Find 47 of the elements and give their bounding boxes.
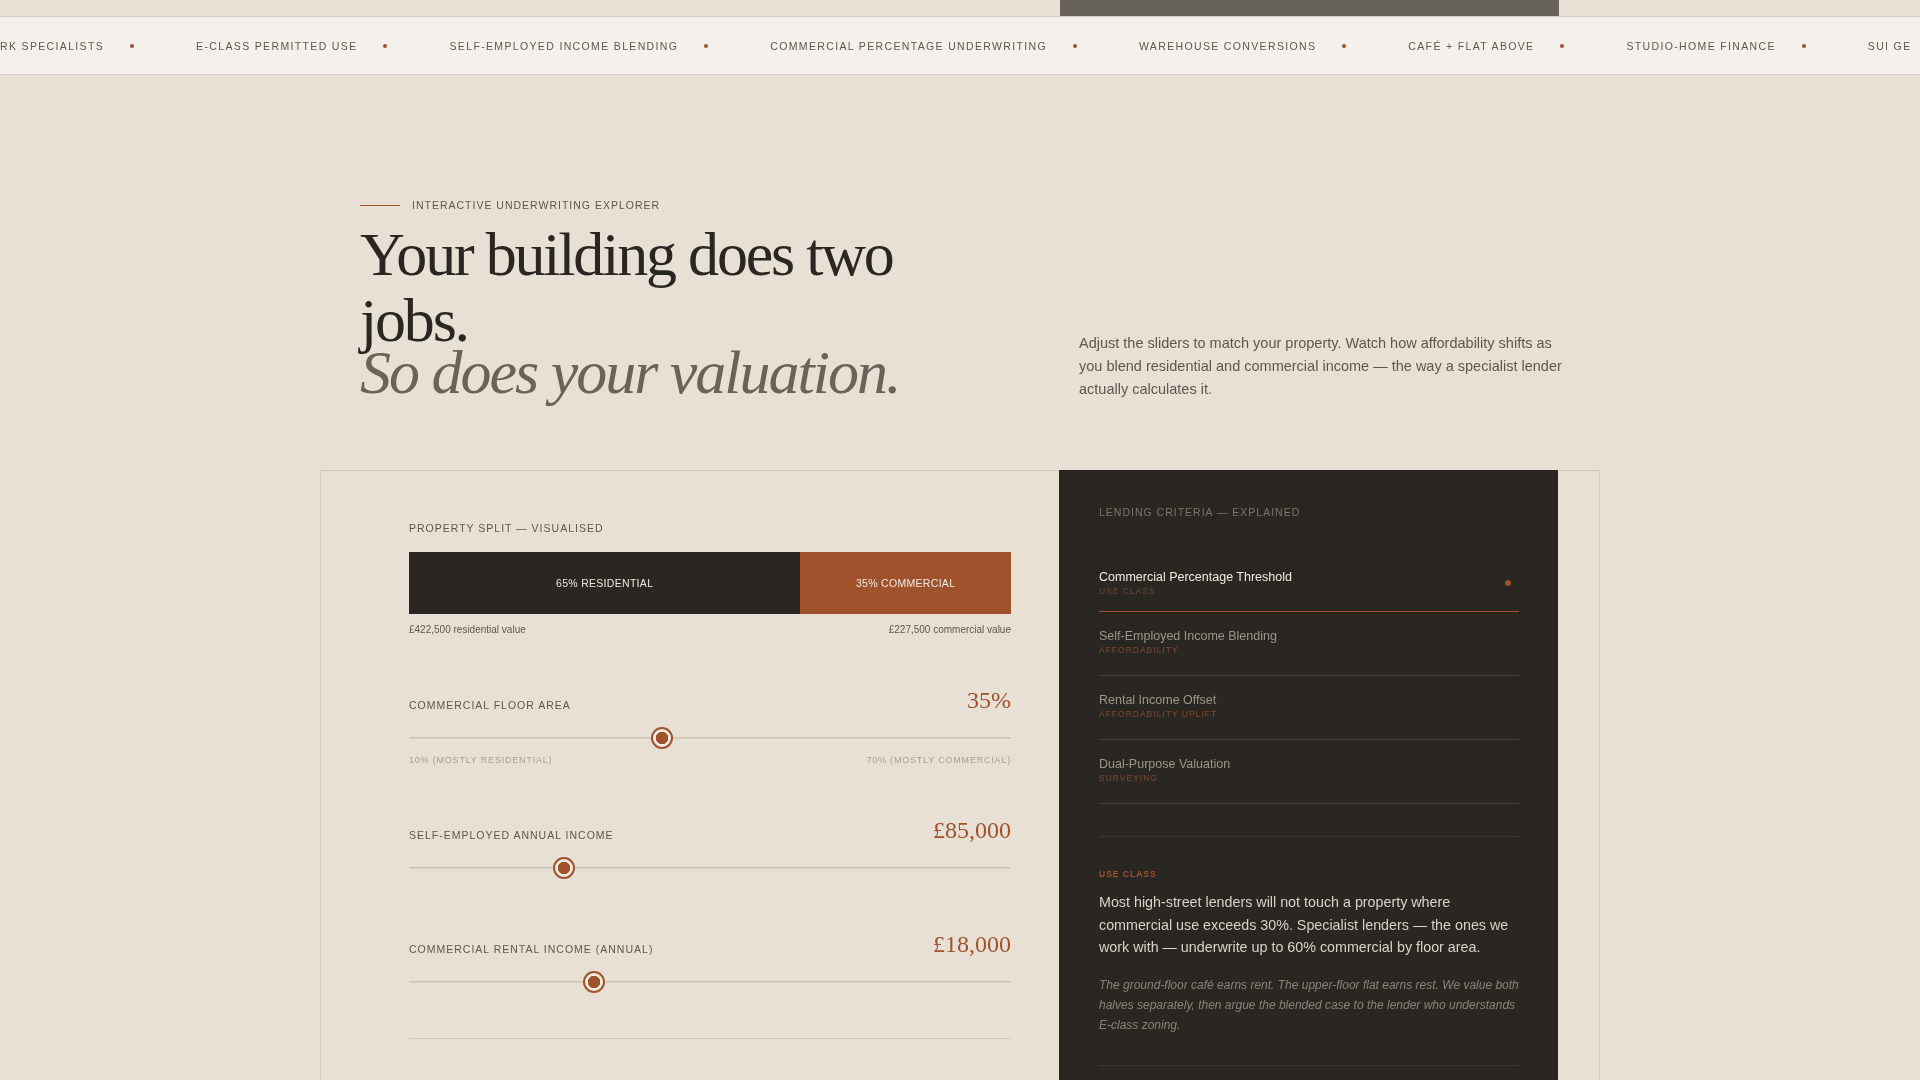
dot-icon (383, 43, 388, 48)
dot-icon (1073, 43, 1077, 48)
criteria-item[interactable]: Self-Employed Income Blending AFFORDABILITY (1099, 612, 1519, 676)
slider-value: £18,000 (933, 931, 1011, 957)
value-caption: £422,500 residential value (409, 624, 526, 635)
criteria-category: AFFORDABILITY UPLIFT (1099, 708, 1218, 719)
ticker-item: SELF-EMPLOYED INCOME BLENDING (449, 39, 679, 52)
dot-icon (1801, 43, 1806, 48)
ticker-item: STUDIO-HOME FINANCE (1626, 39, 1776, 52)
dot-icon (130, 43, 135, 48)
ticker-item: RK SPECIALISTS (0, 39, 105, 52)
eyebrow-label: INTERACTIVE UNDERWRITING EXPLORER (412, 199, 661, 211)
ticker-item: E-CLASS PERMITTED USE (196, 39, 358, 52)
dot-icon (1342, 43, 1347, 48)
ticker-item: COMMERCIAL PERCENTAGE UNDERWRITING (770, 39, 1047, 52)
slider-thumb[interactable] (552, 857, 575, 879)
slider-label: COMMERCIAL FLOOR AREA (409, 699, 571, 713)
criteria-title: Self-Employed Income Blending (1099, 628, 1277, 643)
section-label: PROPERTY SPLIT — VISUALISED (409, 522, 605, 534)
dot-icon (704, 43, 709, 48)
slider-thumb[interactable] (582, 971, 605, 993)
residential-segment: 65% RESIDENTIAL (409, 552, 801, 614)
ticker-item: CAFÉ + FLAT ABOVE (1408, 39, 1535, 52)
slider-label: SELF-EMPLOYED ANNUAL INCOME (409, 829, 614, 843)
section-label: LENDING CRITERIA — EXPLAINED (1099, 506, 1302, 518)
detail-note: The ground-floor café earns rent. The upper-floor flat earns rest. We value both halves separately, then argue the blended case to the lender who understands E-class zoning. (1099, 976, 1519, 1034)
value-caption: £227,500 commercial value (888, 624, 1011, 635)
detail-category: USE CLASS (1099, 869, 1158, 879)
slider-value: £85,000 (933, 817, 1011, 843)
range-label: 70% (MOSTLY COMMERCIAL) (866, 755, 1011, 765)
criteria-item[interactable]: Dual-Purpose Valuation SURVEYING (1099, 740, 1519, 804)
slider-value: 35% (967, 687, 1011, 713)
criteria-category: SURVEYING (1099, 772, 1159, 783)
criteria-title: Rental Income Offset (1099, 692, 1218, 707)
slider-thumb[interactable] (650, 727, 673, 749)
criteria-category: AFFORDABILITY (1099, 644, 1180, 655)
criteria-title: Commercial Percentage Threshold (1099, 569, 1292, 584)
intro-paragraph: Adjust the sliders to match your property. Watch how affordability shifts as you blend residential and commercial income — the way a specialist lender actually calculates it. (1079, 334, 1563, 399)
range-label: 10% (MOSTLY RESIDENTIAL) (409, 755, 553, 765)
slider-label: COMMERCIAL RENTAL INCOME (ANNUAL) (409, 943, 654, 957)
detail-text: Most high-street lenders will not touch a property where commercial use exceeds 30%. Specialist lenders — the ones we work with — underwrite up to 60% commercial by floor area. (1099, 893, 1510, 957)
criteria-item[interactable]: Rental Income Offset AFFORDABILITY UPLIFT (1099, 676, 1519, 740)
dot-icon (1505, 579, 1511, 586)
criteria-title: Dual-Purpose Valuation (1099, 756, 1231, 771)
ticker-item: WAREHOUSE CONVERSIONS (1139, 39, 1317, 52)
dot-icon (1560, 43, 1565, 48)
ticker-item: SUI GE (1867, 39, 1912, 52)
